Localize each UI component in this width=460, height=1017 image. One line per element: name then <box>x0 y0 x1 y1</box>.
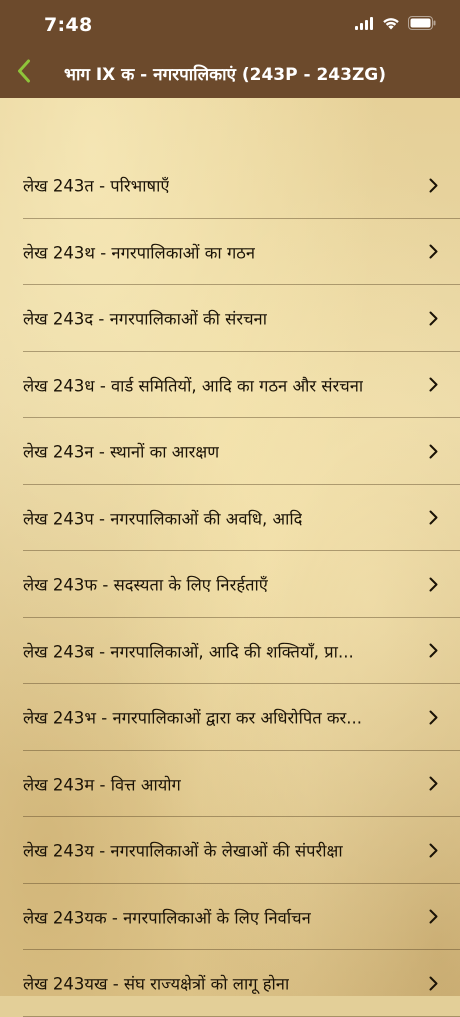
status-time: 7:48 <box>44 14 93 36</box>
list-item[interactable]: लेख 243त - परिभाषाएँ <box>0 152 460 219</box>
list-item-label: लेख 243न - स्थानों का आरक्षण <box>23 442 220 462</box>
chevron-right-icon <box>426 310 440 326</box>
navigation-bar: भाग IX क - नगरपालिकाएं (243P - 243ZG) <box>0 50 460 98</box>
list-item[interactable]: लेख 243प - नगरपालिकाओं की अवधि, आदि <box>0 485 460 551</box>
chevron-right-icon <box>426 909 440 925</box>
chevron-right-icon <box>426 377 440 393</box>
chevron-right-icon <box>426 443 440 459</box>
row-divider <box>23 1015 460 1017</box>
chevron-right-icon <box>426 643 440 659</box>
page-title: भाग IX क - नगरपालिकाएं (243P - 243ZG) <box>64 65 387 85</box>
list-item[interactable]: लेख 243म - वित्त आयोग <box>0 751 460 817</box>
list-item[interactable]: लेख 243यक - नगरपालिकाओं के लिए निर्वाचन <box>0 884 460 950</box>
list-item[interactable]: लेख 243थ - नगरपालिकाओं का गठन <box>0 219 460 285</box>
chevron-right-icon <box>426 842 440 858</box>
list-item-label: लेख 243द - नगरपालिकाओं की संरचना <box>23 309 267 329</box>
back-button[interactable] <box>8 56 40 90</box>
list-item-label: लेख 243म - वित्त आयोग <box>23 775 181 795</box>
battery-icon <box>408 15 436 34</box>
chevron-right-icon <box>426 776 440 792</box>
list-item[interactable]: लेख 243न - स्थानों का आरक्षण <box>0 418 460 485</box>
status-icons <box>355 15 436 34</box>
list-item-label: लेख 243थ - नगरपालिकाओं का गठन <box>23 243 255 263</box>
list-item-label: लेख 243यख - संघ राज्यक्षेत्रों को लागू ह… <box>23 974 290 994</box>
list-item-label: लेख 243फ - सदस्यता के लिए निरर्हताएँ <box>23 575 268 595</box>
status-bar: 7:48 <box>0 0 460 50</box>
list-item[interactable]: लेख 243ध - वार्ड समितियों, आदि का गठन और… <box>0 352 460 418</box>
list-item-label: लेख 243य - नगरपालिकाओं के लेखाओं की संपर… <box>23 841 343 861</box>
chevron-right-icon <box>426 975 440 991</box>
list-item[interactable]: लेख 243द - नगरपालिकाओं की संरचना <box>0 285 460 352</box>
list-item-label: लेख 243त - परिभाषाएँ <box>23 176 170 196</box>
chevron-right-icon <box>426 576 440 592</box>
wifi-icon <box>382 15 400 34</box>
list-item-label: लेख 243ब - नगरपालिकाओं, आदि की शक्तियाँ,… <box>23 642 354 662</box>
list-item-label: लेख 243भ - नगरपालिकाओं द्वारा कर अधिरोपि… <box>23 708 363 728</box>
chevron-left-icon <box>17 59 31 87</box>
signal-icon <box>355 15 374 34</box>
chevron-right-icon <box>426 244 440 260</box>
header: 7:48 भाग IX क - नगरपालिकाएं (243P - 243Z… <box>0 0 460 98</box>
chevron-right-icon <box>426 510 440 526</box>
list-item-label: लेख 243यक - नगरपालिकाओं के लिए निर्वाचन <box>23 908 311 928</box>
list-item-label: लेख 243प - नगरपालिकाओं की अवधि, आदि <box>23 509 303 529</box>
list-item[interactable]: लेख 243फ - सदस्यता के लिए निरर्हताएँ <box>0 551 460 618</box>
chevron-right-icon <box>426 177 440 193</box>
list-item[interactable]: लेख 243यख - संघ राज्यक्षेत्रों को लागू ह… <box>0 950 460 1017</box>
article-list: लेख 243त - परिभाषाएँ लेख 243थ - नगरपालिक… <box>0 152 460 1017</box>
list-item[interactable]: लेख 243भ - नगरपालिकाओं द्वारा कर अधिरोपि… <box>0 684 460 751</box>
chevron-right-icon <box>426 709 440 725</box>
list-item-label: लेख 243ध - वार्ड समितियों, आदि का गठन और… <box>23 376 364 396</box>
list-item[interactable]: लेख 243ब - नगरपालिकाओं, आदि की शक्तियाँ,… <box>0 618 460 684</box>
list-item[interactable]: लेख 243य - नगरपालिकाओं के लेखाओं की संपर… <box>0 817 460 884</box>
